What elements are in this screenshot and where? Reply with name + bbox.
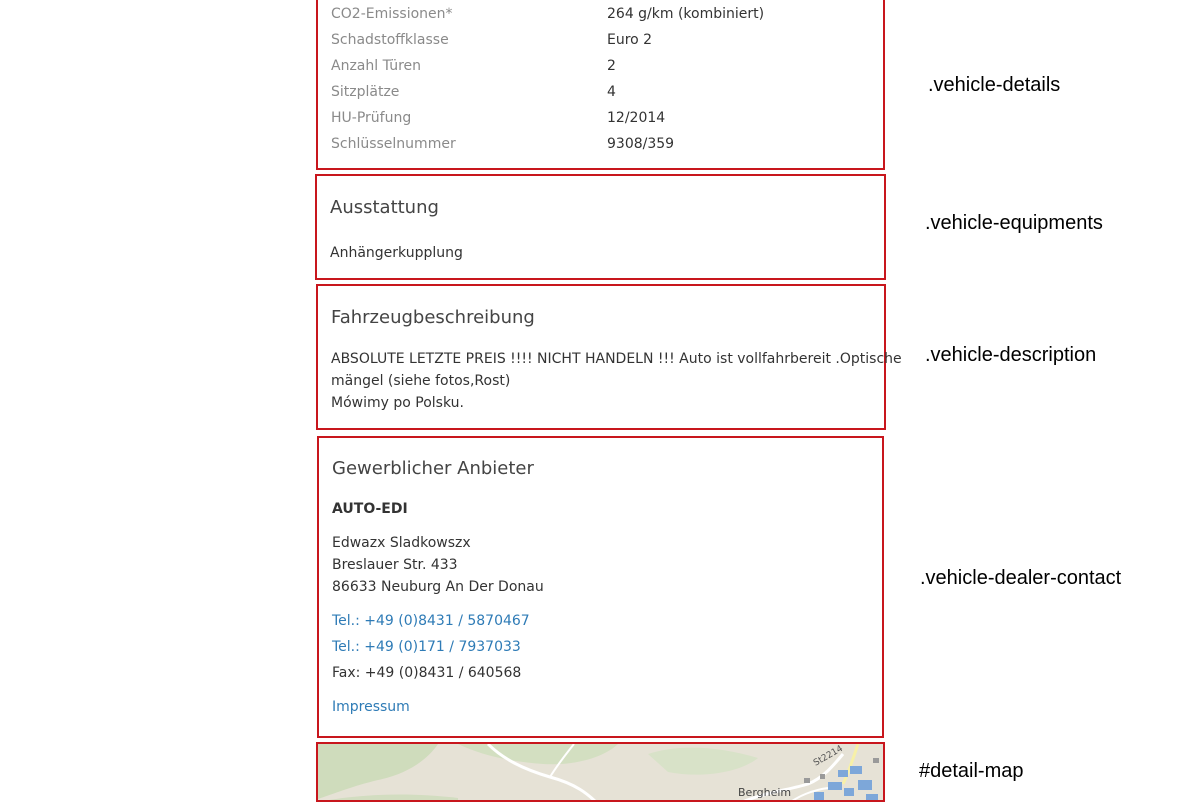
detail-value: 264 g/km (kombiniert) [607, 6, 765, 22]
vehicle-details-section: CO2-Emissionen* 264 g/km (kombiniert) Sc… [316, 0, 885, 170]
map-town-label: Bergheim [738, 786, 792, 799]
description-line-2: mängel (siehe fotos,Rost) [331, 373, 511, 389]
description-heading: Fahrzeugbeschreibung [331, 307, 535, 328]
detail-value: 2 [607, 58, 616, 74]
detail-label: HU-Prüfung [331, 110, 412, 126]
annotation-vehicle-dealer-contact: .vehicle-dealer-contact [920, 567, 1122, 589]
detail-label: Sitzplätze [331, 84, 400, 100]
dealer-city: 86633 Neuburg An Der Donau [332, 579, 544, 595]
annotation-vehicle-description: .vehicle-description [925, 344, 1097, 366]
equipment-item: Anhängerkupplung [330, 245, 463, 261]
description-line-1: ABSOLUTE LETZTE PREIS !!!! NICHT HANDELN… [331, 351, 902, 367]
detail-map[interactable]: St2214 Bergheim [316, 742, 885, 802]
detail-row-co2: CO2-Emissionen* 264 g/km (kombiniert) [318, 4, 883, 30]
detail-value: 12/2014 [607, 110, 666, 126]
dealer-phone-link-2[interactable]: Tel.: +49 (0)171 / 7937033 [332, 636, 521, 658]
detail-row-key-number: Schlüsselnummer 9308/359 [318, 134, 883, 160]
detail-value: 9308/359 [607, 136, 675, 152]
detail-label: Anzahl Türen [331, 58, 422, 74]
dealer-fax: Fax: +49 (0)8431 / 640568 [332, 665, 522, 681]
dealer-heading: Gewerblicher Anbieter [332, 458, 534, 479]
detail-row-seats: Sitzplätze 4 [318, 82, 883, 108]
vehicle-dealer-contact-section: Gewerblicher Anbieter AUTO-EDI Edwazx Sl… [317, 436, 884, 738]
impressum-link[interactable]: Impressum [332, 696, 410, 718]
annotation-vehicle-equipments: .vehicle-equipments [925, 212, 1103, 234]
detail-row-doors: Anzahl Türen 2 [318, 56, 883, 82]
detail-label: Schadstoffklasse [331, 32, 449, 48]
annotation-detail-map: #detail-map [919, 760, 1024, 782]
dealer-company-name: AUTO-EDI [332, 501, 408, 517]
dealer-street: Breslauer Str. 433 [332, 557, 458, 573]
detail-row-emission-class: Schadstoffklasse Euro 2 [318, 30, 883, 56]
vehicle-equipments-section: Ausstattung Anhängerkupplung [315, 174, 886, 280]
detail-value: 4 [607, 84, 616, 100]
detail-label: CO2-Emissionen* [331, 6, 453, 22]
annotation-vehicle-details: .vehicle-details [928, 74, 1061, 96]
vehicle-description-section: Fahrzeugbeschreibung ABSOLUTE LETZTE PRE… [316, 284, 902, 430]
description-line-3: Mówimy po Polsku. [331, 395, 464, 411]
map-graphic [318, 744, 883, 800]
map-canvas[interactable]: St2214 Bergheim [318, 744, 883, 800]
equipments-heading: Ausstattung [330, 197, 439, 218]
dealer-contact-name: Edwazx Sladkowszx [332, 535, 471, 551]
detail-value: Euro 2 [607, 32, 653, 48]
dealer-phone-link-1[interactable]: Tel.: +49 (0)8431 / 5870467 [332, 610, 530, 632]
detail-row-inspection: HU-Prüfung 12/2014 [318, 108, 883, 134]
detail-label: Schlüsselnummer [331, 136, 456, 152]
